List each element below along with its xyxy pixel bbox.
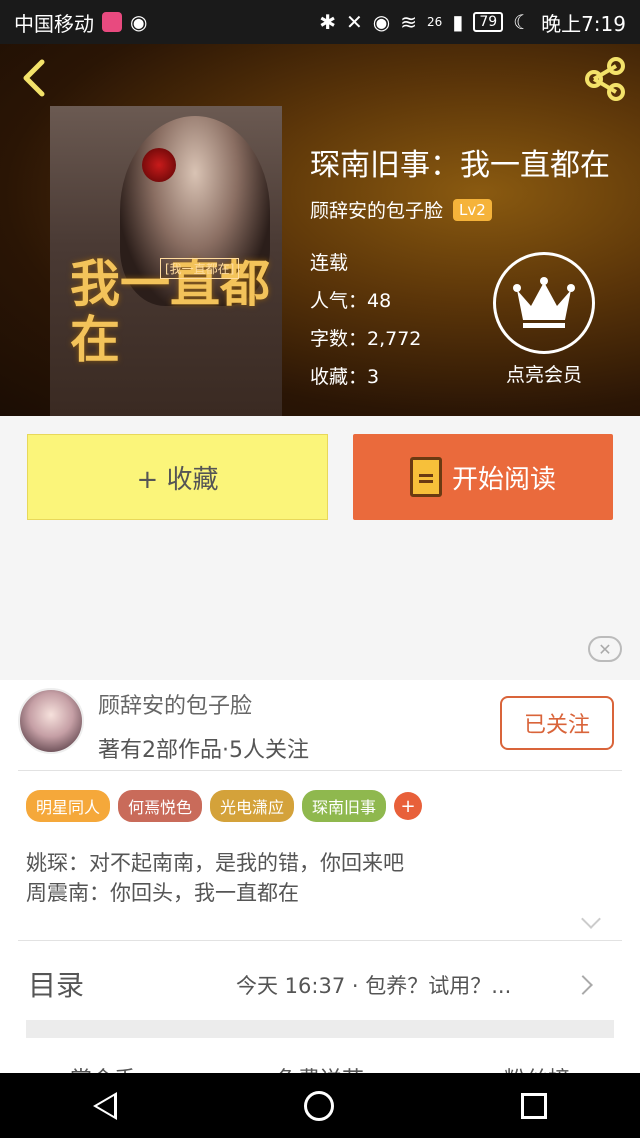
battery-indicator: 79	[473, 12, 504, 32]
clock: 晚上7:19	[541, 11, 626, 36]
vip-button[interactable]: 点亮会员	[492, 252, 596, 387]
nav-back-icon[interactable]	[93, 1091, 118, 1120]
cover-flower	[142, 148, 176, 182]
status-bar: 中国移动 ◉ ✱ ✕ ◉ ≋ 26 ▮ 79 ☾ 晚上7:19	[0, 0, 640, 44]
carrier-label: 中国移动	[14, 11, 94, 36]
book-header: 我一直都在 [我一直都在] 琛南旧事：我一直都在 顾辞安的包子脸 Lv2 连载 …	[0, 44, 640, 416]
tag-item[interactable]: 琛南旧事	[302, 790, 387, 822]
description-line: 周震南：你回头，我一直都在	[26, 881, 299, 905]
author-card-info: 著有2部作品·5人关注	[98, 738, 309, 763]
book-title: 琛南旧事：我一直都在	[310, 148, 610, 183]
qq-notification-icon: ◉	[130, 10, 148, 34]
share-button[interactable]	[580, 54, 630, 104]
share-icon	[585, 57, 625, 101]
vip-label: 点亮会员	[505, 364, 582, 386]
collect-button[interactable]: + 收藏	[27, 434, 328, 520]
bluetooth-icon: ✱	[319, 10, 337, 34]
book-icon	[409, 457, 442, 497]
chevron-left-icon	[23, 59, 45, 97]
divider	[18, 770, 622, 771]
avatar[interactable]	[18, 688, 84, 754]
book-description[interactable]: 姚琛：对不起南南，是我的错，你回来吧 周震南：你回头，我一直都在	[26, 848, 404, 908]
eye-icon: ◉	[372, 10, 391, 34]
moon-icon: ☾	[513, 10, 532, 34]
tag-item[interactable]: 明星同人	[26, 790, 111, 822]
mute-icon: ✕	[346, 10, 363, 34]
tag-list: 明星同人 何焉悦色 光电潇应 琛南旧事 +	[26, 790, 423, 822]
word-count: 字数：2,772	[310, 328, 422, 350]
author-line: 顾辞安的包子脸 Lv2	[310, 196, 492, 223]
system-nav-bar	[0, 1073, 640, 1138]
book-cover[interactable]: 我一直都在 [我一直都在]	[50, 106, 282, 416]
description-line: 姚琛：对不起南南，是我的错，你回来吧	[26, 851, 404, 875]
network-label: 26	[427, 15, 443, 29]
section-separator	[26, 1020, 614, 1038]
toc-latest-chapter[interactable]: 今天 16:37 · 包养？试用？...	[236, 970, 511, 1000]
action-area: + 收藏 开始阅读 ✕	[0, 416, 640, 662]
book-meta: 连载 人气：48 字数：2,772 收藏：3	[310, 244, 421, 396]
follow-button[interactable]: 已关注	[500, 696, 614, 750]
author-name[interactable]: 顾辞安的包子脸	[310, 196, 443, 223]
nav-home-icon[interactable]	[303, 1090, 334, 1121]
close-button[interactable]: ✕	[588, 636, 622, 662]
toc-label[interactable]: 目录	[28, 964, 84, 1004]
start-reading-label: 开始阅读	[451, 464, 556, 495]
app-notification-icon	[102, 12, 122, 32]
author-card: 顾辞安的包子脸 著有2部作品·5人关注 已关注 明星同人 何焉悦色 光电潇应 琛…	[0, 680, 640, 1080]
serial-status: 连载	[310, 252, 349, 274]
level-badge: Lv2	[453, 198, 492, 221]
nav-recent-apps-icon[interactable]	[520, 1092, 547, 1119]
divider	[18, 940, 622, 941]
tag-item[interactable]: 光电潇应	[210, 790, 295, 822]
favorites-count: 收藏：3	[310, 366, 380, 388]
author-card-name[interactable]: 顾辞安的包子脸	[98, 688, 252, 720]
crown-icon	[513, 277, 575, 328]
add-tag-button[interactable]: +	[394, 792, 423, 820]
chevron-right-icon[interactable]	[573, 975, 593, 995]
vip-circle	[493, 252, 595, 354]
popularity-count: 人气：48	[310, 290, 392, 312]
tag-item[interactable]: 何焉悦色	[118, 790, 203, 822]
wifi-icon: ≋	[400, 10, 418, 34]
expand-chevron-icon[interactable]	[581, 909, 601, 929]
back-button[interactable]	[14, 56, 58, 100]
cover-subtitle: [我一直都在]	[160, 258, 240, 279]
signal-icon: ▮	[452, 10, 464, 34]
start-reading-button[interactable]: 开始阅读	[353, 434, 613, 520]
